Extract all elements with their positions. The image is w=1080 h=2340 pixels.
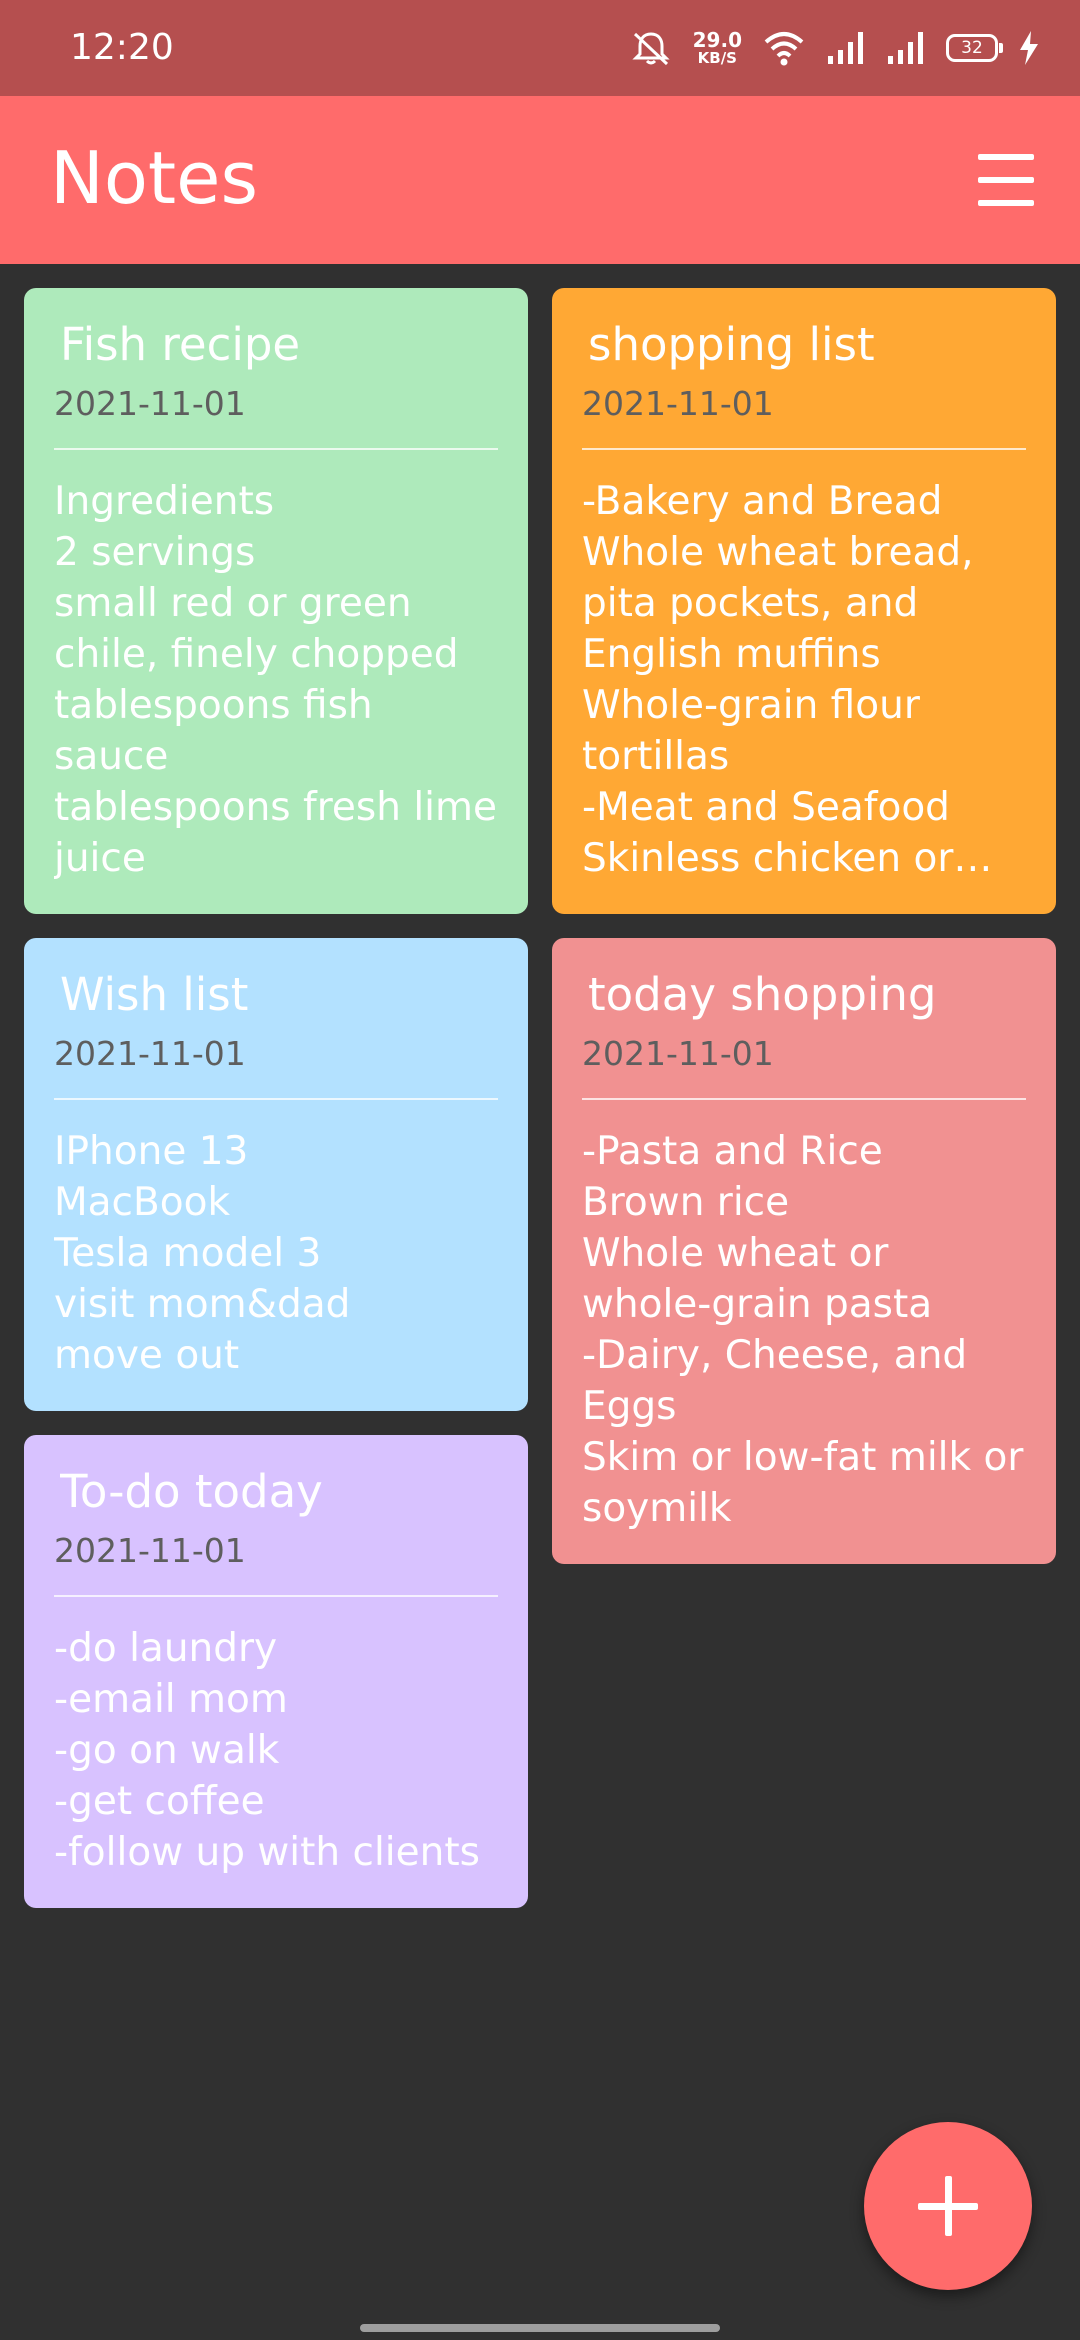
menu-line (978, 154, 1034, 160)
note-card-today-shopping[interactable]: today shopping 2021-11-01 -Pasta and Ric… (552, 938, 1056, 1564)
note-body: Ingredients 2 servings small red or gree… (54, 479, 497, 881)
note-divider (54, 1595, 498, 1597)
note-title: Wish list (60, 968, 249, 1021)
note-date: 2021-11-01 (54, 384, 246, 423)
note-divider (582, 1098, 1026, 1100)
note-divider (54, 1098, 498, 1100)
note-card-shopping-list[interactable]: shopping list 2021-11-01 -Bakery and Bre… (552, 288, 1056, 914)
page-title: Notes (50, 136, 258, 220)
note-body: -Pasta and Rice Brown rice Whole wheat o… (582, 1129, 1024, 1531)
plus-icon (945, 2176, 952, 2236)
note-title: today shopping (588, 968, 937, 1021)
note-date: 2021-11-01 (54, 1531, 246, 1570)
signal-icon (828, 32, 863, 64)
network-speed: 29.0 KB/S (693, 30, 742, 66)
charging-icon (1020, 31, 1038, 65)
battery-icon: 32 (946, 34, 1003, 62)
note-divider (582, 448, 1026, 450)
note-date: 2021-11-01 (54, 1034, 246, 1073)
app-bar: Notes (0, 96, 1080, 264)
hamburger-menu-icon[interactable] (978, 154, 1040, 206)
menu-line (978, 200, 1034, 206)
mute-icon (632, 32, 670, 66)
status-icons: 29.0 KB/S 32 (629, 24, 1040, 72)
menu-line (978, 177, 1034, 183)
note-card-wish-list[interactable]: Wish list 2021-11-01 IPhone 13 MacBook T… (24, 938, 528, 1411)
note-title: Fish recipe (60, 318, 301, 371)
status-time: 12:20 (70, 27, 174, 68)
note-card-fish-recipe[interactable]: Fish recipe 2021-11-01 Ingredients 2 ser… (24, 288, 528, 914)
network-speed-value: 29.0 (692, 28, 742, 52)
note-date: 2021-11-01 (582, 384, 774, 423)
add-note-button[interactable] (864, 2122, 1032, 2290)
note-body: IPhone 13 MacBook Tesla model 3 visit mo… (54, 1129, 351, 1378)
note-date: 2021-11-01 (582, 1034, 774, 1073)
notes-column-right: shopping list 2021-11-01 -Bakery and Bre… (552, 288, 1056, 1908)
note-title: shopping list (588, 318, 875, 371)
note-body: -do laundry -email mom -go on walk -get … (54, 1626, 480, 1875)
signal-icon (888, 32, 923, 64)
notes-column-left: Fish recipe 2021-11-01 Ingredients 2 ser… (24, 288, 528, 1908)
notes-grid: Fish recipe 2021-11-01 Ingredients 2 ser… (24, 288, 1056, 1908)
status-bar: 12:20 29.0 KB/S 32 (0, 0, 1080, 96)
note-card-to-do-today[interactable]: To-do today 2021-11-01 -do laundry -emai… (24, 1435, 528, 1908)
note-title: To-do today (60, 1465, 323, 1518)
battery-level: 32 (961, 38, 983, 58)
home-indicator[interactable] (360, 2324, 720, 2332)
wifi-icon (764, 32, 804, 66)
network-speed-unit: KB/S (697, 49, 737, 67)
note-divider (54, 448, 498, 450)
note-body: -Bakery and Bread Whole wheat bread, pit… (582, 479, 974, 881)
